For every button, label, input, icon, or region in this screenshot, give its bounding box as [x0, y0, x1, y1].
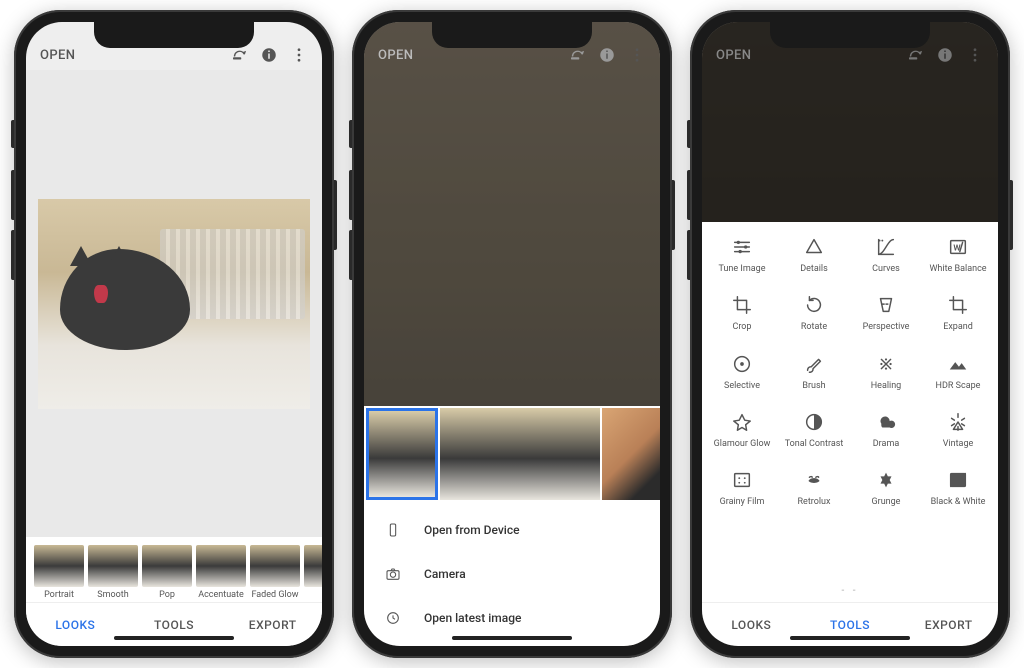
look-faded-glow[interactable]: Faded Glow: [250, 545, 300, 600]
open-button[interactable]: OPEN: [378, 48, 413, 63]
thumb-selected[interactable]: [366, 408, 438, 500]
look-smooth[interactable]: Smooth: [88, 545, 138, 600]
tool-perspective[interactable]: Perspective: [850, 292, 922, 334]
tool-vintage[interactable]: Vintage: [922, 409, 994, 451]
info-icon[interactable]: [254, 46, 284, 64]
tool-curves[interactable]: Curves: [850, 234, 922, 276]
tool-details[interactable]: Details: [778, 234, 850, 276]
device-notch: [770, 22, 930, 48]
tool-tune-image[interactable]: Tune Image: [706, 234, 778, 276]
tools-grid: Tune Image Details Curves W White Balanc…: [702, 234, 998, 583]
recent-thumbs[interactable]: [364, 406, 660, 502]
undo-stack-icon[interactable]: [562, 46, 592, 64]
open-camera[interactable]: Camera: [364, 552, 660, 596]
open-menu: Open from Device Camera Open latest imag…: [364, 502, 660, 646]
look-pop[interactable]: Pop: [142, 545, 192, 600]
info-icon[interactable]: [930, 46, 960, 64]
camera-icon: [384, 566, 402, 582]
tab-export[interactable]: EXPORT: [899, 603, 998, 646]
thumb-2[interactable]: [440, 408, 600, 500]
look-more[interactable]: M: [304, 545, 322, 600]
tool-tonal-contrast[interactable]: Tonal Contrast: [778, 409, 850, 451]
info-icon[interactable]: [592, 46, 622, 64]
open-button[interactable]: OPEN: [716, 48, 751, 63]
tool-white-balance[interactable]: W White Balance: [922, 234, 994, 276]
tool-retrolux[interactable]: Retrolux: [778, 467, 850, 509]
image-canvas[interactable]: [26, 70, 322, 537]
tool-brush[interactable]: Brush: [778, 351, 850, 393]
tab-looks[interactable]: LOOKS: [26, 603, 125, 646]
more-icon[interactable]: [622, 46, 652, 64]
phone-mockup-looks: OPEN Portrait Smooth Pop Accentuate Fade: [14, 10, 334, 658]
look-portrait[interactable]: Portrait: [34, 545, 84, 600]
tab-export[interactable]: EXPORT: [223, 603, 322, 646]
open-sheet: Open from Device Camera Open latest imag…: [364, 406, 660, 646]
more-icon[interactable]: [284, 46, 314, 64]
home-indicator[interactable]: [452, 636, 572, 640]
more-icon[interactable]: [960, 46, 990, 64]
tool-crop[interactable]: Crop: [706, 292, 778, 334]
device-notch: [94, 22, 254, 48]
tool-glamour-glow[interactable]: Glamour Glow: [706, 409, 778, 451]
device-notch: [432, 22, 592, 48]
undo-stack-icon[interactable]: [900, 46, 930, 64]
tool-grunge[interactable]: Grunge: [850, 467, 922, 509]
edited-photo: [38, 199, 310, 409]
tool-expand[interactable]: Expand: [922, 292, 994, 334]
tool-rotate[interactable]: Rotate: [778, 292, 850, 334]
home-indicator[interactable]: [790, 636, 910, 640]
tool-hdr-scape[interactable]: HDR Scape: [922, 351, 994, 393]
looks-strip[interactable]: Portrait Smooth Pop Accentuate Faded Glo…: [26, 537, 322, 602]
tool-black-white[interactable]: Black & White: [922, 467, 994, 509]
phone-mockup-tools: OPEN Tune Image Details: [690, 10, 1010, 658]
open-button[interactable]: OPEN: [40, 48, 75, 63]
tool-healing[interactable]: Healing: [850, 351, 922, 393]
phone-mockup-open: OPEN Open from Device: [352, 10, 672, 658]
device-icon: [384, 522, 402, 538]
tab-looks[interactable]: LOOKS: [702, 603, 801, 646]
tool-selective[interactable]: Selective: [706, 351, 778, 393]
more-indicator: - -: [702, 583, 998, 602]
open-from-device[interactable]: Open from Device: [364, 508, 660, 552]
tool-drama[interactable]: Drama: [850, 409, 922, 451]
clock-icon: [384, 610, 402, 626]
tool-grainy-film[interactable]: Grainy Film: [706, 467, 778, 509]
home-indicator[interactable]: [114, 636, 234, 640]
tools-sheet: Tune Image Details Curves W White Balanc…: [702, 222, 998, 602]
undo-stack-icon[interactable]: [224, 46, 254, 64]
open-latest[interactable]: Open latest image: [364, 596, 660, 640]
look-accentuate[interactable]: Accentuate: [196, 545, 246, 600]
thumb-3[interactable]: [602, 408, 660, 500]
